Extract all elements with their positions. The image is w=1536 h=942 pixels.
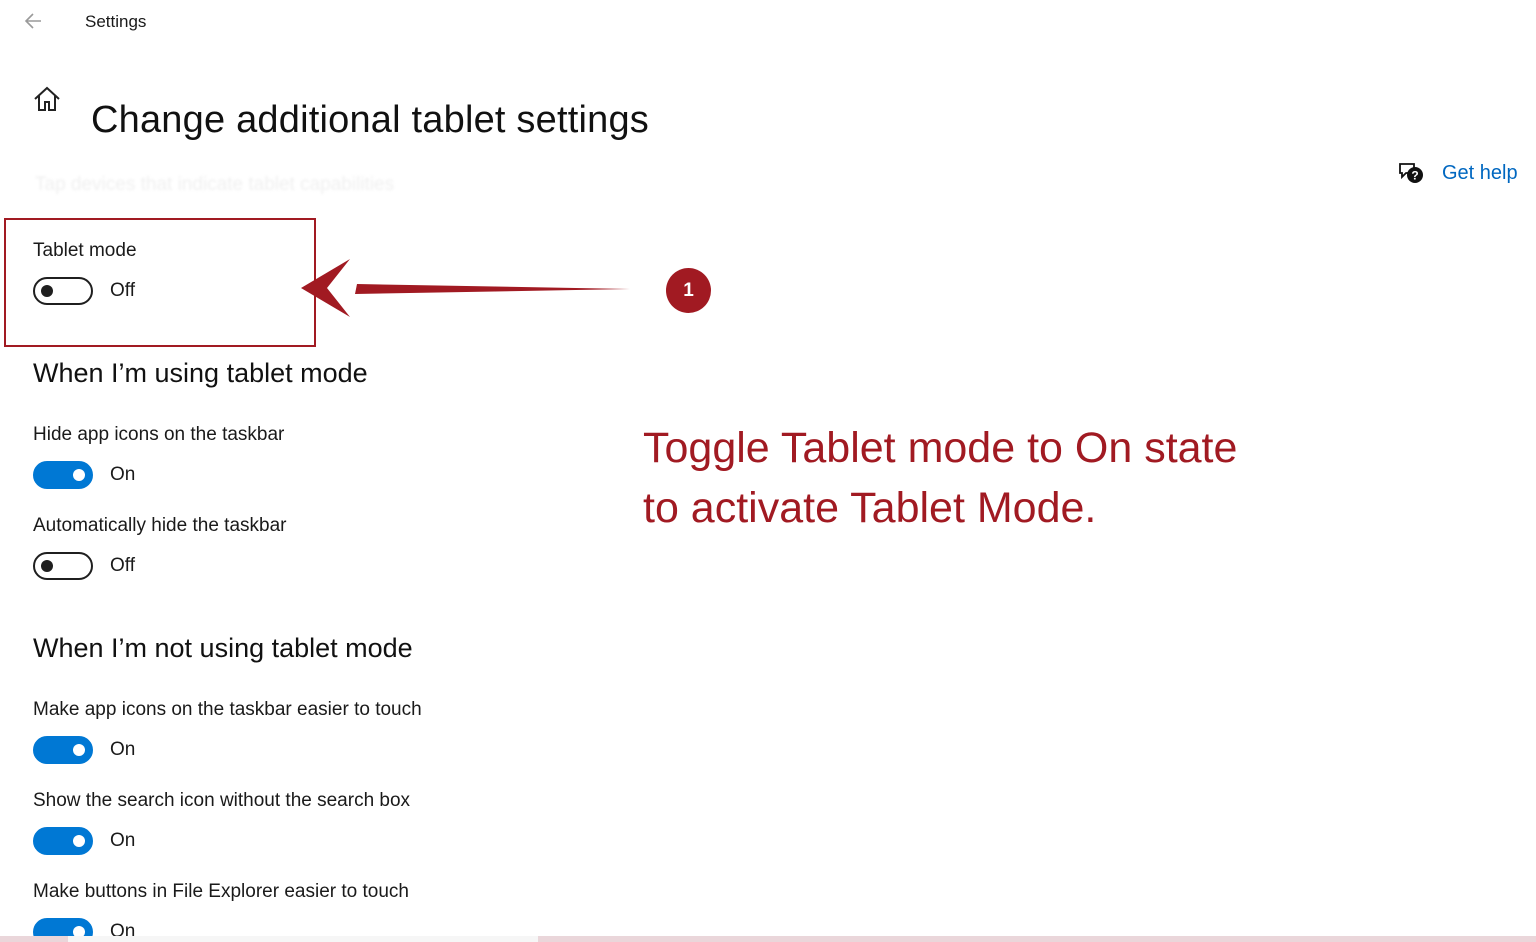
get-help-link[interactable]: ? Get help (1398, 160, 1518, 186)
back-arrow-icon (24, 13, 41, 29)
section-heading-not-using: When I’m not using tablet mode (33, 633, 413, 663)
search-icon-only-label: Show the search icon without the search … (33, 790, 411, 811)
toggle-knob (41, 560, 53, 572)
get-help-label: Get help (1442, 161, 1518, 184)
auto-hide-taskbar-state: Off (110, 555, 135, 576)
hide-app-icons-toggle[interactable] (33, 461, 93, 489)
section-heading-using: When I’m using tablet mode (33, 358, 368, 388)
bottom-edge-strip-inner (68, 936, 538, 942)
hide-app-icons-state: On (110, 464, 136, 485)
annotation-highlight-box (4, 218, 316, 347)
step-number-badge: 1 (666, 268, 711, 313)
annotation-arrow (301, 259, 630, 317)
auto-hide-taskbar-toggle[interactable] (33, 552, 93, 580)
search-icon-only-state: On (110, 830, 136, 851)
auto-hide-taskbar-label: Automatically hide the taskbar (33, 515, 287, 536)
svg-text:?: ? (1411, 169, 1418, 183)
home-button[interactable] (32, 84, 62, 114)
home-icon (34, 86, 60, 111)
faded-description: Tap devices that indicate tablet capabil… (35, 174, 395, 195)
annotation-text-line-1: Toggle Tablet mode to On state (643, 424, 1238, 472)
file-explorer-buttons-label: Make buttons in File Explorer easier to … (33, 881, 409, 902)
search-icon-only-row: On (33, 827, 135, 855)
toggle-knob (73, 469, 85, 481)
toggle-knob (73, 835, 85, 847)
easier-touch-icons-row: On (33, 736, 135, 764)
app-title: Settings (85, 12, 147, 31)
toggle-knob (73, 744, 85, 756)
auto-hide-taskbar-row: Off (33, 552, 135, 580)
hide-app-icons-row: On (33, 461, 135, 489)
hide-app-icons-label: Hide app icons on the taskbar (33, 424, 285, 445)
easier-touch-icons-toggle[interactable] (33, 736, 93, 764)
settings-window: Settings Change additional tablet settin… (0, 0, 1536, 942)
easier-touch-icons-label: Make app icons on the taskbar easier to … (33, 699, 422, 720)
annotation-text-line-2: to activate Tablet Mode. (643, 484, 1097, 532)
search-icon-only-toggle[interactable] (33, 827, 93, 855)
easier-touch-icons-state: On (110, 739, 136, 760)
help-chat-icon: ? (1399, 163, 1423, 183)
back-button[interactable] (20, 8, 48, 36)
page-title: Change additional tablet settings (91, 99, 649, 142)
